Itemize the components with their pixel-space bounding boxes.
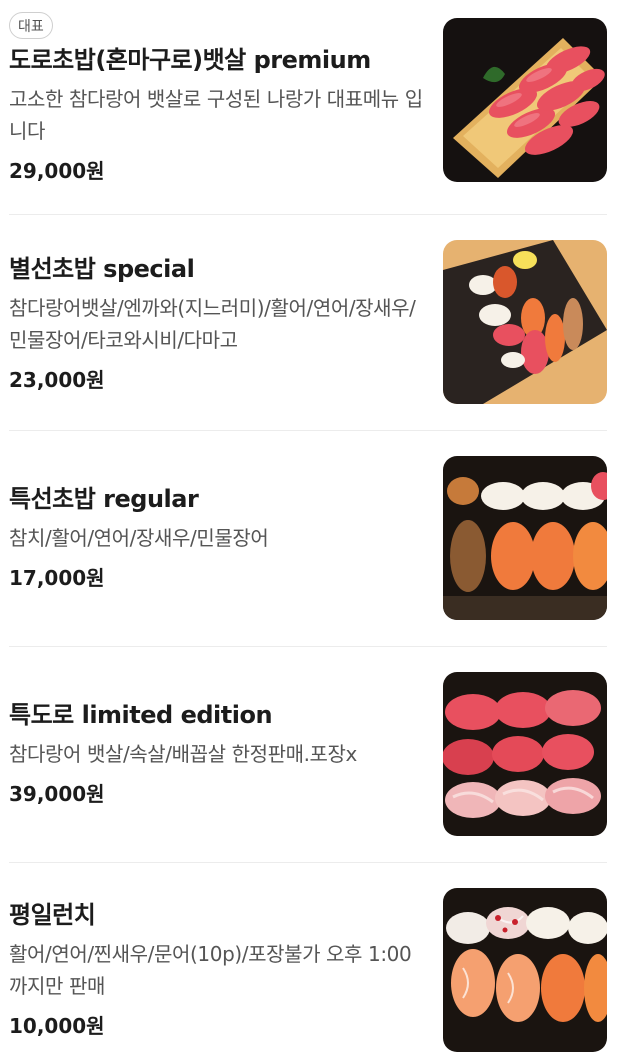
menu-item-special[interactable]: 별선초밥 special 참다랑어뱃살/엔까와(지느러미)/활어/연어/장새우/… [9, 240, 607, 419]
lunch-sushi-image [443, 888, 607, 1052]
menu-item-text: 특도로 limited edition 참다랑어 뱃살/속살/배꼽살 한정판매.… [9, 700, 427, 807]
menu-item-price: 10,000원 [9, 1014, 105, 1038]
divider [9, 214, 607, 215]
divider [9, 862, 607, 863]
menu-item-photo[interactable] [443, 456, 607, 620]
menu-item-description: 참다랑어뱃살/엔까와(지느러미)/활어/연어/장새우/민물장어/타코와시비/다마… [9, 296, 416, 352]
menu-item-price: 29,000원 [9, 159, 105, 183]
menu-item-regular[interactable]: 특선초밥 regular 참치/활어/연어/장새우/민물장어 17,000원 [9, 456, 607, 620]
menu-item-photo[interactable] [443, 240, 607, 404]
menu-item-description: 고소한 참다랑어 뱃살로 구성된 나랑가 대표메뉴 입니다 [9, 87, 423, 143]
menu-item-photo[interactable] [443, 888, 607, 1052]
menu-item-name: 도로초밥(혼마구로)뱃살 premium [9, 46, 371, 74]
menu-item-name: 특도로 limited edition [9, 701, 273, 729]
menu-item-price: 39,000원 [9, 782, 105, 806]
menu-item-text: 별선초밥 special 참다랑어뱃살/엔까와(지느러미)/활어/연어/장새우/… [9, 254, 427, 393]
menu-item-photo[interactable] [443, 672, 607, 836]
menu-item-text: 대표 도로초밥(혼마구로)뱃살 premium 고소한 참다랑어 뱃살로 구성된… [9, 12, 427, 184]
menu-item-price: 17,000원 [9, 566, 105, 590]
menu-item-name: 특선초밥 regular [9, 485, 199, 513]
menu-item-name: 별선초밥 special [9, 255, 195, 283]
signature-badge: 대표 [9, 12, 53, 39]
menu-item-price: 23,000원 [9, 368, 105, 392]
toro-limited-image [443, 672, 607, 836]
special-sushi-image [443, 240, 607, 404]
menu-item-name: 평일런치 [9, 901, 96, 929]
regular-sushi-image [443, 456, 607, 620]
divider [9, 430, 607, 431]
menu-item-description: 참치/활어/연어/장새우/민물장어 [9, 526, 269, 550]
divider [9, 646, 607, 647]
menu-item-description: 참다랑어 뱃살/속살/배꼽살 한정판매.포장x [9, 742, 357, 766]
menu-item-toro-premium[interactable]: 대표 도로초밥(혼마구로)뱃살 premium 고소한 참다랑어 뱃살로 구성된… [9, 12, 607, 187]
menu-list: 대표 도로초밥(혼마구로)뱃살 premium 고소한 참다랑어 뱃살로 구성된… [0, 0, 631, 1057]
menu-item-limited-edition[interactable]: 특도로 limited edition 참다랑어 뱃살/속살/배꼽살 한정판매.… [9, 672, 607, 836]
menu-item-description: 활어/연어/찐새우/문어(10p)/포장불가 오후 1:00까지만 판매 [9, 942, 412, 998]
menu-item-text: 특선초밥 regular 참치/활어/연어/장새우/민물장어 17,000원 [9, 484, 427, 591]
menu-item-weekday-lunch[interactable]: 평일런치 활어/연어/찐새우/문어(10p)/포장불가 오후 1:00까지만 판… [9, 888, 607, 1052]
menu-item-text: 평일런치 활어/연어/찐새우/문어(10p)/포장불가 오후 1:00까지만 판… [9, 900, 427, 1039]
menu-item-photo[interactable] [443, 18, 607, 182]
toro-sushi-image [443, 18, 607, 182]
